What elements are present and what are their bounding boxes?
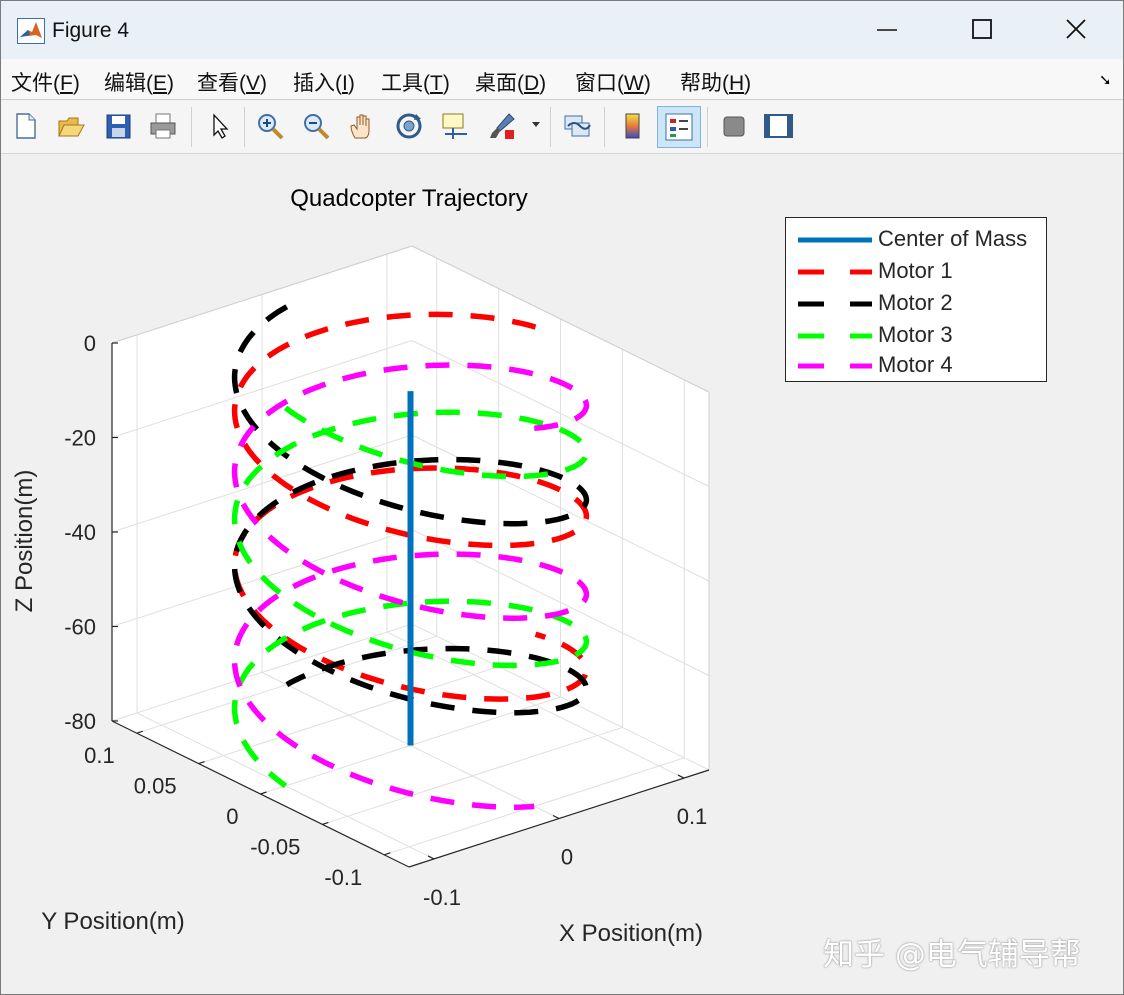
rotate-3d-button[interactable] <box>390 107 428 145</box>
menu-desktop[interactable]: 桌面(D) <box>475 67 546 97</box>
print-icon <box>150 113 176 139</box>
toolbar-separator <box>191 107 192 147</box>
legend-swatch-center-of-mass <box>798 237 872 243</box>
minimize-icon <box>877 29 897 31</box>
matlab-icon <box>17 18 45 44</box>
legend-swatch-motor-1 <box>798 269 872 275</box>
toolbar-separator <box>550 107 551 147</box>
figure-window: Figure 4 文件(F) 编辑(E) 查看(V) 插入(I) 工具(T) 桌… <box>0 0 1124 995</box>
menu-tools[interactable]: 工具(T) <box>381 67 450 97</box>
menu-file[interactable]: 文件(F) <box>11 67 80 97</box>
menu-help[interactable]: 帮助(H) <box>680 67 751 97</box>
hide-plot-tools-button[interactable] <box>715 107 753 145</box>
x-axis-label: X Position(m) <box>559 920 703 947</box>
legend-icon <box>665 113 693 141</box>
z-axis-label: Z Position(m) <box>11 470 38 613</box>
legend-swatch-motor-3 <box>798 333 872 339</box>
pan-hand-icon <box>350 114 370 139</box>
pan-button[interactable] <box>343 107 381 145</box>
legend-entry[interactable]: Motor 4 <box>792 350 1042 382</box>
open-file-button[interactable] <box>52 107 90 145</box>
minimize-button[interactable] <box>843 1 931 59</box>
z-tick-label: 0 <box>84 331 96 356</box>
show-plot-tools-button[interactable] <box>759 107 797 145</box>
close-icon <box>1066 19 1086 39</box>
colorbar-button[interactable] <box>614 107 652 145</box>
maximize-button[interactable] <box>938 1 1026 59</box>
x-tick-label: 0 <box>561 845 573 870</box>
z-tick-label: -20 <box>64 426 96 451</box>
link-plot-icon <box>564 115 591 137</box>
legend-label: Motor 2 <box>878 290 953 315</box>
hide-plot-tools-icon <box>723 116 745 137</box>
close-button[interactable] <box>1032 1 1120 59</box>
link-plot-button[interactable] <box>558 107 596 145</box>
chevron-down-icon <box>532 122 540 127</box>
menu-edit[interactable]: 编辑(E) <box>104 67 174 97</box>
menu-insert[interactable]: 插入(I) <box>293 67 355 97</box>
legend-label: Motor 1 <box>878 258 953 283</box>
brush-button[interactable] <box>483 107 521 145</box>
z-tick-label: -40 <box>64 520 96 545</box>
toolbar-separator <box>244 107 245 147</box>
title-bar[interactable]: Figure 4 <box>1 1 1123 59</box>
y-tick-label: 0.05 <box>134 774 177 799</box>
legend-entry[interactable]: Motor 1 <box>792 256 1042 288</box>
toolbar-separator <box>604 107 605 147</box>
legend-label: Motor 3 <box>878 322 953 347</box>
zoom-in-icon <box>258 114 284 140</box>
menu-window[interactable]: 窗口(W) <box>575 67 651 97</box>
new-figure-button[interactable] <box>7 107 45 145</box>
show-plot-tools-icon <box>764 114 793 138</box>
dock-arrow-icon[interactable]: ➘ <box>1099 71 1112 89</box>
y-tick-label: 0 <box>226 804 238 829</box>
maximize-icon <box>972 19 992 39</box>
data-cursor-button[interactable] <box>435 107 473 145</box>
save-icon <box>106 114 131 139</box>
legend-swatch-motor-2 <box>798 301 872 307</box>
plot-title: Quadcopter Trajectory <box>290 185 527 212</box>
legend[interactable]: Center of Mass Motor 1 Motor 2 Motor 3 M… <box>785 217 1047 382</box>
watermark: 知乎 @电气辅导帮 <box>823 937 1081 973</box>
z-tick-label: -60 <box>64 615 96 640</box>
select-button[interactable] <box>200 107 238 145</box>
brush-icon <box>490 113 515 139</box>
zoom-in-button[interactable] <box>251 107 289 145</box>
save-button[interactable] <box>99 107 137 145</box>
toolbar-separator <box>707 107 708 147</box>
open-file-icon <box>58 117 85 137</box>
menu-view[interactable]: 查看(V) <box>197 67 267 97</box>
x-tick-label: -0.1 <box>423 885 461 910</box>
y-axis-label: Y Position(m) <box>41 908 185 935</box>
y-tick-label: 0.1 <box>84 743 115 768</box>
rotate-3d-icon <box>396 113 422 139</box>
new-figure-icon <box>16 113 36 139</box>
legend-button[interactable] <box>657 106 701 148</box>
brush-dropdown-button[interactable] <box>530 107 544 145</box>
legend-entry[interactable]: Motor 2 <box>792 288 1042 320</box>
legend-entry[interactable]: Center of Mass <box>792 224 1042 256</box>
z-tick-label: -80 <box>64 709 96 734</box>
colorbar-icon <box>625 113 640 139</box>
zoom-out-icon <box>304 114 330 140</box>
legend-label: Motor 4 <box>878 352 953 377</box>
window-title: Figure 4 <box>52 19 130 42</box>
legend-entry[interactable]: Motor 3 <box>792 320 1042 352</box>
data-cursor-icon <box>442 113 467 139</box>
y-tick-label: -0.1 <box>324 865 362 890</box>
zoom-out-button[interactable] <box>297 107 335 145</box>
legend-swatch-motor-4 <box>798 363 872 369</box>
x-tick-label: 0.1 <box>677 804 708 829</box>
select-arrow-icon <box>213 113 229 139</box>
print-button[interactable] <box>144 107 182 145</box>
legend-label: Center of Mass <box>878 226 1028 251</box>
y-tick-label: -0.05 <box>250 834 300 859</box>
